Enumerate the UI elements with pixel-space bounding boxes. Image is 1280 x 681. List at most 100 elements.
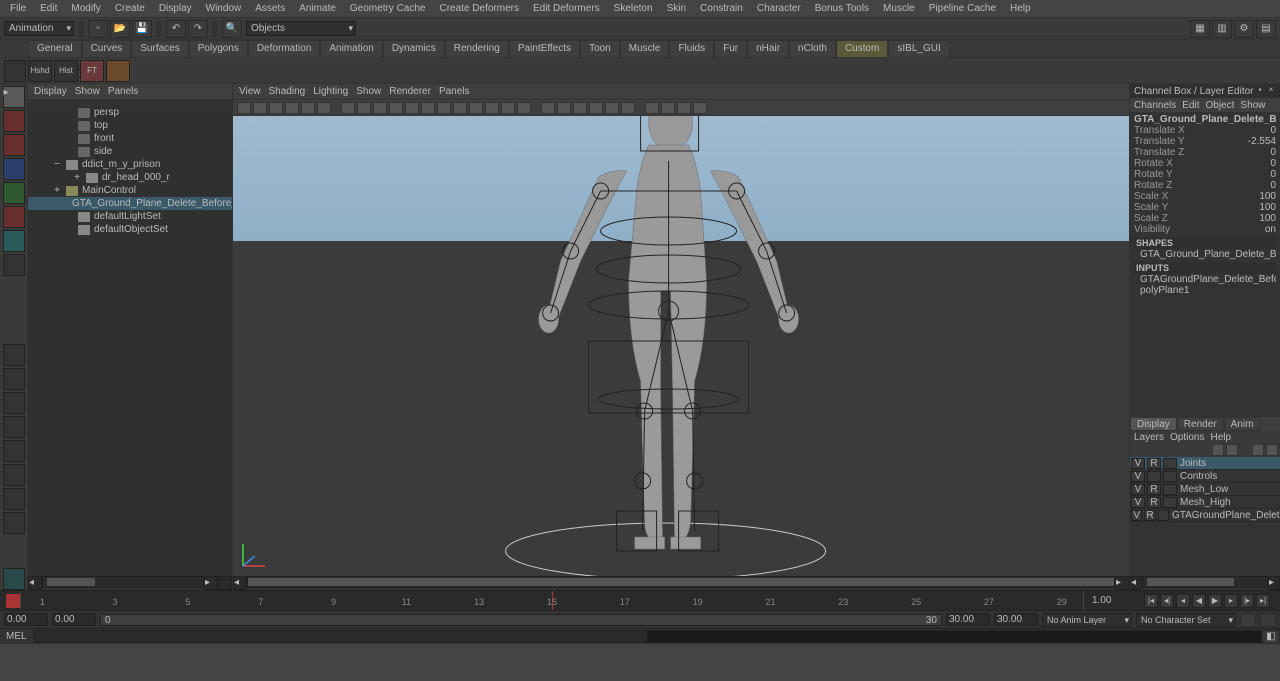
prefs-icon[interactable]: [1260, 613, 1276, 627]
outliner-hscroll[interactable]: [42, 576, 204, 588]
menu-file[interactable]: File: [4, 1, 32, 16]
vp-menu-view[interactable]: View: [239, 86, 261, 97]
channel-attr-row[interactable]: Rotate Y0: [1134, 169, 1276, 180]
vp-medq-icon[interactable]: [605, 102, 619, 114]
shelf-tab-general[interactable]: General: [28, 40, 82, 57]
vp-scroll-left-icon[interactable]: ◂: [233, 576, 247, 590]
vp-res-gate-icon[interactable]: [373, 102, 387, 114]
menu-modify[interactable]: Modify: [65, 1, 106, 16]
layer-row[interactable]: VControls: [1130, 470, 1280, 483]
vp-grid-icon[interactable]: [341, 102, 355, 114]
anim-end-field[interactable]: [994, 613, 1038, 626]
cmd-language-label[interactable]: MEL: [0, 631, 33, 642]
layer-row[interactable]: VRMesh_Low: [1130, 483, 1280, 496]
lasso-tool-icon[interactable]: [3, 110, 25, 132]
channel-attr-row[interactable]: Visibilityon: [1134, 224, 1276, 235]
outliner-item[interactable]: defaultLightSet: [28, 210, 232, 223]
autokey-icon[interactable]: [6, 594, 20, 608]
input-item[interactable]: GTAGroundPlane_Delete_Before_...: [1134, 274, 1276, 285]
layer-menu-help[interactable]: Help: [1210, 432, 1231, 443]
vp-xray-icon[interactable]: [557, 102, 571, 114]
redo-icon[interactable]: ↷: [188, 20, 208, 38]
shelf-tab-custom[interactable]: Custom: [836, 40, 888, 57]
menu-character[interactable]: Character: [751, 1, 807, 16]
vp-background-icon[interactable]: [693, 102, 707, 114]
vp-grease-icon[interactable]: [317, 102, 331, 114]
close-icon[interactable]: ×: [1266, 86, 1276, 96]
ch-menu-edit[interactable]: Edit: [1182, 100, 1199, 111]
layer-tab-anim[interactable]: Anim: [1224, 417, 1261, 431]
channel-attr-row[interactable]: Rotate X0: [1134, 158, 1276, 169]
vp-gate-mask-icon[interactable]: [389, 102, 403, 114]
outliner-menu-show[interactable]: Show: [75, 86, 100, 97]
vp-film-gate-icon[interactable]: [357, 102, 371, 114]
scroll-right-icon[interactable]: ▸: [204, 576, 218, 590]
last-tool-icon[interactable]: [3, 254, 25, 276]
dock-icon[interactable]: ▪: [1255, 86, 1265, 96]
move-layer-up-icon[interactable]: [1212, 444, 1224, 456]
open-scene-icon[interactable]: 📂: [110, 20, 130, 38]
vp-lights-icon[interactable]: [485, 102, 499, 114]
menu-skin[interactable]: Skin: [661, 1, 692, 16]
outliner-tree[interactable]: persptopfrontside−ddict_m_y_prison+dr_he…: [28, 106, 232, 576]
vp-lowq-icon[interactable]: [589, 102, 603, 114]
step-back-key-icon[interactable]: ◂|: [1160, 594, 1174, 608]
layer-menu-layers[interactable]: Layers: [1134, 432, 1164, 443]
playback-end-field[interactable]: [946, 613, 990, 626]
selection-mode-dropdown[interactable]: Objects: [246, 21, 356, 36]
channel-attr-row[interactable]: Translate X0: [1134, 125, 1276, 136]
shelf-tab-dynamics[interactable]: Dynamics: [383, 40, 445, 57]
layer-menu-options[interactable]: Options: [1170, 432, 1204, 443]
go-start-icon[interactable]: |◂: [1144, 594, 1158, 608]
manip-tool-icon[interactable]: [3, 230, 25, 252]
outliner-item[interactable]: front: [28, 132, 232, 145]
menu-pipeline-cache[interactable]: Pipeline Cache: [923, 1, 1002, 16]
outliner-item[interactable]: side: [28, 145, 232, 158]
shelf-tab-toon[interactable]: Toon: [580, 40, 620, 57]
vp-exposure-icon[interactable]: [645, 102, 659, 114]
vp-menu-shading[interactable]: Shading: [269, 86, 306, 97]
select-by-name-icon[interactable]: 🔍: [222, 20, 242, 38]
outliner-item[interactable]: +dr_head_000_r: [28, 171, 232, 184]
channel-attr-row[interactable]: Translate Y-2.554: [1134, 136, 1276, 147]
scroll-left-icon[interactable]: ◂: [28, 576, 42, 590]
outliner-item[interactable]: top: [28, 119, 232, 132]
vp-hscroll[interactable]: [247, 576, 1115, 588]
anim-start-field[interactable]: [4, 613, 48, 626]
outliner-item[interactable]: persp: [28, 106, 232, 119]
layer-scroll-right-icon[interactable]: ▸: [1268, 576, 1280, 590]
single-pane-icon[interactable]: [3, 344, 25, 366]
viewport-canvas[interactable]: [233, 116, 1129, 576]
shelf-tab-painteffects[interactable]: PaintEffects: [509, 40, 580, 57]
outliner-menu-display[interactable]: Display: [34, 86, 67, 97]
shelf-item-hist[interactable]: Hist: [54, 60, 78, 82]
shelf-tab-curves[interactable]: Curves: [82, 40, 132, 57]
layer-row[interactable]: VRGTAGroundPlane_Delete_Befo: [1130, 509, 1280, 522]
four-pane-icon[interactable]: [3, 368, 25, 390]
move-tool-icon[interactable]: [3, 158, 25, 180]
toggle-panel-icon[interactable]: ▤: [1256, 20, 1276, 38]
menu-edit[interactable]: Edit: [34, 1, 63, 16]
channel-attr-row[interactable]: Translate Z0: [1134, 147, 1276, 158]
outliner-item[interactable]: −ddict_m_y_prison: [28, 158, 232, 171]
working-mode-dropdown[interactable]: Animation: [4, 21, 74, 36]
vp-scroll-right-icon[interactable]: ▸: [1115, 576, 1129, 590]
command-input[interactable]: [33, 630, 647, 643]
vp-view-transform-icon[interactable]: [677, 102, 691, 114]
outliner-item[interactable]: +MainControl: [28, 184, 232, 197]
menu-window[interactable]: Window: [200, 1, 248, 16]
vp-highq-icon[interactable]: [621, 102, 635, 114]
playback-start-field[interactable]: [52, 613, 96, 626]
outliner-item[interactable]: defaultObjectSet: [28, 223, 232, 236]
scale-tool-icon[interactable]: [3, 206, 25, 228]
menu-geometry-cache[interactable]: Geometry Cache: [344, 1, 432, 16]
layer-scroll-left-icon[interactable]: ◂: [1130, 576, 1142, 590]
layer-tab-display[interactable]: Display: [1130, 417, 1177, 431]
shelf-item-ft[interactable]: FT: [80, 60, 104, 82]
vp-2d-pan-icon[interactable]: [301, 102, 315, 114]
shelf-tab-fur[interactable]: Fur: [714, 40, 747, 57]
menu-constrain[interactable]: Constrain: [694, 1, 749, 16]
vp-menu-renderer[interactable]: Renderer: [389, 86, 431, 97]
new-layer-selected-icon[interactable]: [1266, 444, 1278, 456]
shelf-tab-muscle[interactable]: Muscle: [620, 40, 670, 57]
